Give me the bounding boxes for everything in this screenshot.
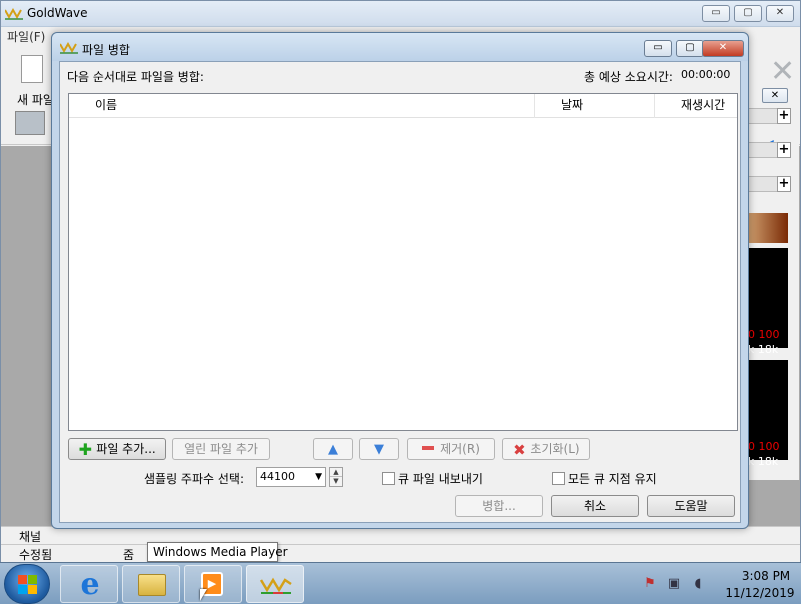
action-center-flag-icon[interactable]: ⚑ xyxy=(642,576,658,592)
arrow-up-icon: ▲ xyxy=(328,442,338,457)
menu-item-file[interactable]: 파일(F) xyxy=(7,28,45,45)
sample-rate-select[interactable]: 44100 ▼ xyxy=(256,467,326,487)
goldwave-logo-icon xyxy=(60,42,78,54)
volume-icon[interactable]: ◖ xyxy=(690,576,706,592)
spin-down-icon[interactable]: ▼ xyxy=(330,477,342,486)
add-file-label: 파일 추가... xyxy=(96,442,156,456)
new-file-button[interactable]: 새 파일 xyxy=(11,53,55,109)
scope-red-label-2: 0 100 xyxy=(748,440,780,453)
sample-rate-value: 44100 xyxy=(260,470,295,483)
mouse-cursor-icon xyxy=(200,589,207,601)
total-time-label: 총 예상 소요시간: xyxy=(584,70,673,84)
keep-cues-label: 모든 큐 지점 유지 xyxy=(568,472,657,486)
keep-cues-checkbox-wrap[interactable]: 모든 큐 지점 유지 xyxy=(552,470,657,487)
plus-button-2[interactable]: + xyxy=(777,142,791,158)
taskbar-tooltip: Windows Media Player xyxy=(147,542,288,562)
merge-file-list[interactable]: 이름 날짜 재생시간 xyxy=(68,93,738,431)
dialog-title: 파일 병합 xyxy=(82,43,130,57)
control-panel: ✕ ◀ + + + 0 100 k 18k 0 100 k 18k xyxy=(748,80,799,480)
x-icon: ✖ xyxy=(513,441,526,459)
new-file-label: 새 파일 xyxy=(17,93,54,107)
add-open-file-button[interactable]: 열린 파일 추가 xyxy=(172,438,270,460)
plus-button-1[interactable]: + xyxy=(777,108,791,124)
disabled-tool-icon xyxy=(15,111,45,135)
remove-button[interactable]: 제거(R) xyxy=(407,438,495,460)
new-file-icon xyxy=(21,55,43,83)
taskbar-explorer[interactable] xyxy=(122,565,180,603)
minus-icon xyxy=(422,446,435,450)
main-titlebar[interactable]: GoldWave ▭ ▢ ✕ xyxy=(1,1,800,27)
control-row-3: + xyxy=(748,176,791,192)
clock-date[interactable]: 11/12/2019 xyxy=(722,586,798,600)
taskbar: e ▶ ⚑ ▣ ◖ 3:08 PM 11/12/2019 xyxy=(0,562,801,604)
scope-white-label-1: k 18k xyxy=(748,343,779,356)
goldwave-logo-icon xyxy=(5,7,23,20)
export-cue-label: 큐 파일 내보내기 xyxy=(398,472,483,486)
control-row-2: + xyxy=(748,142,791,158)
keep-cues-checkbox[interactable] xyxy=(552,472,565,485)
status-zoom-label: 줌 xyxy=(123,548,135,562)
merge-order-instruction: 다음 순서대로 파일을 병합: xyxy=(67,70,204,84)
column-header-duration[interactable]: 재생시간 xyxy=(655,94,737,118)
internet-explorer-icon: e xyxy=(80,567,100,602)
main-maximize-button[interactable]: ▢ xyxy=(734,5,762,22)
dialog-close-button[interactable]: ✕ xyxy=(702,40,744,57)
main-window-title: GoldWave xyxy=(27,6,88,20)
spectrum-scope-2: 0 100 k 18k xyxy=(748,360,788,468)
main-minimize-button[interactable]: ▭ xyxy=(702,5,730,22)
dialog-titlebar[interactable]: 파일 병합 ▭ ▢ ✕ xyxy=(52,33,748,61)
add-file-button[interactable]: ✚ 파일 추가... xyxy=(68,438,166,460)
help-button[interactable]: 도움말 xyxy=(647,495,735,517)
plus-icon: ✚ xyxy=(78,440,92,459)
clock-time[interactable]: 3:08 PM xyxy=(734,569,798,583)
reset-label: 초기화(L) xyxy=(530,442,580,456)
network-icon[interactable]: ▣ xyxy=(666,576,682,592)
spin-up-icon[interactable]: ▲ xyxy=(330,468,342,477)
dialog-minimize-button[interactable]: ▭ xyxy=(644,40,672,57)
goldwave-logo-icon xyxy=(259,577,292,594)
chevron-down-icon: ▼ xyxy=(315,472,322,482)
cancel-button[interactable]: 취소 xyxy=(551,495,639,517)
sample-rate-label: 샘플링 주파수 선택: xyxy=(144,472,244,486)
remove-label: 제거(R) xyxy=(440,442,480,456)
plus-button-3[interactable]: + xyxy=(777,176,791,192)
move-down-button[interactable]: ▼ xyxy=(359,438,399,460)
file-list-header: 이름 날짜 재생시간 xyxy=(69,94,737,118)
move-up-button[interactable]: ▲ xyxy=(313,438,353,460)
column-header-name[interactable]: 이름 xyxy=(69,94,535,118)
level-meter xyxy=(748,213,788,243)
scope-red-label-1: 0 100 xyxy=(748,328,780,341)
dialog-body: 다음 순서대로 파일을 병합: 총 예상 소요시간: 00:00:00 이름 날… xyxy=(59,61,741,523)
merge-files-dialog: 파일 병합 ▭ ▢ ✕ 다음 순서대로 파일을 병합: 총 예상 소요시간: 0… xyxy=(51,32,749,529)
start-button[interactable] xyxy=(4,564,50,604)
status-row-2: 수정됨 줌 xyxy=(1,544,800,562)
taskbar-internet-explorer[interactable]: e xyxy=(60,565,118,603)
export-cue-checkbox[interactable] xyxy=(382,472,395,485)
merge-button[interactable]: 병합... xyxy=(455,495,543,517)
status-modified-label: 수정됨 xyxy=(19,548,53,562)
column-header-date[interactable]: 날짜 xyxy=(535,94,655,118)
system-tray: ⚑ ▣ ◖ 3:08 PM 11/12/2019 xyxy=(636,563,801,604)
status-channel-label: 채널 xyxy=(19,530,42,544)
dialog-maximize-button[interactable]: ▢ xyxy=(676,40,704,57)
windows-logo-icon xyxy=(18,575,38,595)
arrow-down-icon: ▼ xyxy=(374,442,384,457)
folder-icon xyxy=(138,574,166,596)
scope-white-label-2: k 18k xyxy=(748,455,779,468)
export-cue-checkbox-wrap[interactable]: 큐 파일 내보내기 xyxy=(382,470,483,487)
taskbar-media-player[interactable]: ▶ xyxy=(184,565,242,603)
control-panel-close-button[interactable]: ✕ xyxy=(762,88,788,103)
total-time-value: 00:00:00 xyxy=(681,68,731,81)
spectrum-scope-1: 0 100 k 18k xyxy=(748,248,788,356)
reset-button[interactable]: ✖ 초기화(L) xyxy=(502,438,590,460)
taskbar-goldwave[interactable] xyxy=(246,565,304,603)
sample-rate-spinner[interactable]: ▲ ▼ xyxy=(329,467,343,487)
main-close-button[interactable]: ✕ xyxy=(766,5,794,22)
control-row-1: ◀ + xyxy=(748,108,791,152)
